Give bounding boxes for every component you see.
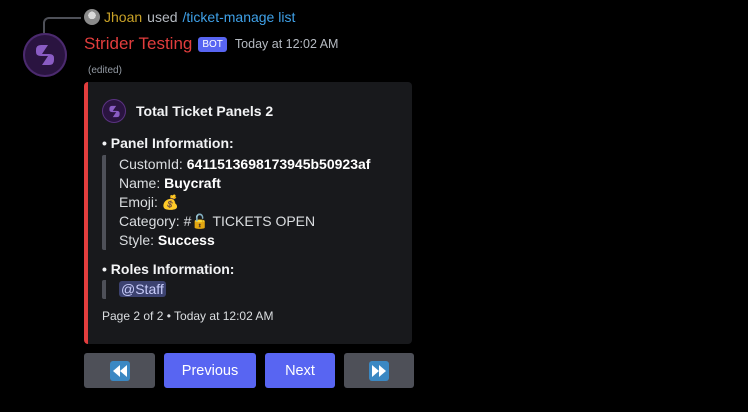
first-page-button[interactable] — [84, 353, 155, 388]
category-label: Category: — [119, 213, 184, 229]
fast-forward-icon — [369, 360, 389, 381]
roles-info-quote: @Staff — [102, 280, 166, 299]
money-bag-icon: 💰 — [161, 194, 180, 210]
category-line: Category: #🔓 TICKETS OPEN — [119, 212, 370, 231]
panel-info-title: • Panel Information: — [102, 135, 234, 151]
style-line: Style: Success — [119, 231, 370, 250]
message-timestamp[interactable]: Today at 12:02 AM — [235, 37, 339, 51]
role-line: @Staff — [119, 280, 166, 299]
category-value: #🔓 TICKETS OPEN — [183, 213, 316, 229]
rewind-icon — [109, 360, 130, 381]
bot-username[interactable]: Strider Testing — [84, 34, 192, 54]
name-value: Buycraft — [164, 175, 221, 191]
emoji-line: Emoji: 💰 — [119, 193, 370, 212]
custom-id-value: 6411513698173945b50923af — [186, 156, 371, 172]
roles-info-title: • Roles Information: — [102, 261, 235, 277]
embed-footer: Page 2 of 2 • Today at 12:02 AM — [102, 309, 274, 323]
message-header: Strider Testing BOT Today at 12:02 AM — [84, 34, 338, 54]
author-logo-icon — [102, 99, 126, 123]
custom-id-line: CustomId: 6411513698173945b50923af — [119, 155, 370, 174]
edited-label[interactable]: (edited) — [88, 65, 122, 76]
bot-avatar[interactable] — [23, 33, 67, 77]
name-line: Name: Buycraft — [119, 174, 370, 193]
last-page-button[interactable] — [344, 353, 414, 388]
reply-command[interactable]: /ticket-manage list — [183, 9, 296, 25]
embed-author-name: Total Ticket Panels 2 — [136, 103, 274, 119]
emoji-label: Emoji: — [119, 194, 162, 210]
name-label: Name: — [119, 175, 165, 191]
strider-logo-icon — [36, 45, 54, 65]
reply-connector — [43, 17, 81, 33]
reply-avatar[interactable] — [84, 9, 100, 25]
reply-username[interactable]: Jhoan — [104, 9, 142, 25]
style-value: Success — [157, 232, 215, 248]
embed-author: Total Ticket Panels 2 — [102, 99, 273, 123]
reply-reference[interactable]: Jhoan used /ticket-manage list — [84, 8, 295, 26]
embed: Total Ticket Panels 2 • Panel Informatio… — [84, 82, 412, 344]
reply-used-text: used — [147, 9, 178, 25]
custom-id-label: CustomId: — [119, 156, 187, 172]
role-mention[interactable]: @Staff — [119, 281, 166, 297]
style-label: Style: — [119, 232, 158, 248]
bot-badge: BOT — [198, 36, 227, 52]
panel-info-quote: CustomId: 6411513698173945b50923af Name:… — [102, 155, 370, 250]
next-button[interactable]: Next — [265, 353, 335, 388]
previous-button[interactable]: Previous — [164, 353, 256, 388]
